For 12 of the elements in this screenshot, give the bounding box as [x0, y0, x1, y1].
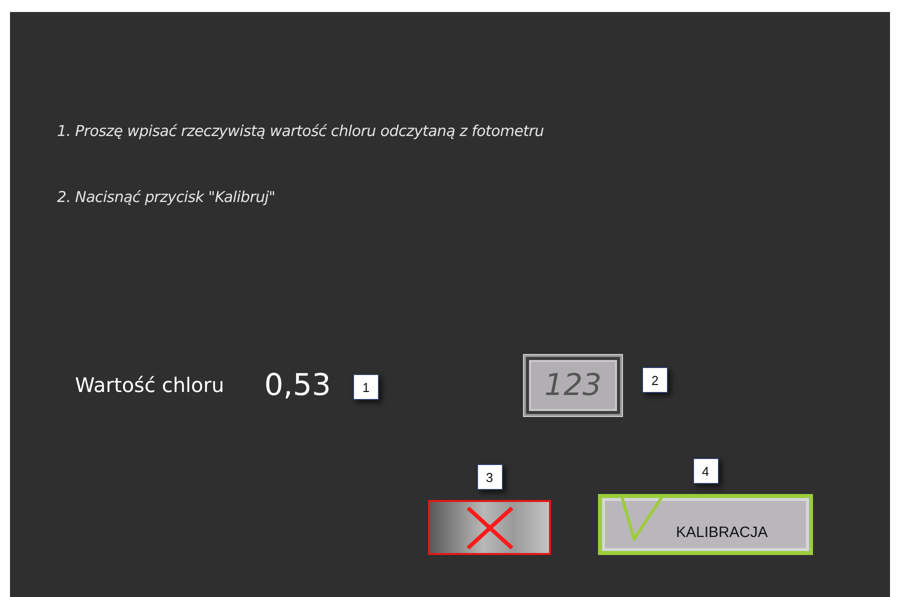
number-badge: 3 [476, 464, 502, 490]
chlorine-value: 0,53 [264, 368, 331, 402]
number-badge: 4 [692, 458, 718, 484]
field-label: Wartość chloru [75, 373, 224, 397]
check-icon [620, 495, 664, 541]
calibrate-button[interactable]: KALIBRACJA [598, 494, 813, 555]
close-icon [464, 506, 514, 550]
number-badge: 2 [642, 367, 668, 393]
instruction-text: 2. Nacisnąć przycisk "Kalibruj" [57, 188, 276, 208]
instruction-text: 1. Proszę wpisać rzeczywistą wartość chloru odczytaną z fotometru [57, 122, 545, 142]
cancel-button[interactable] [428, 500, 551, 555]
number-badge: 1 [353, 374, 379, 400]
